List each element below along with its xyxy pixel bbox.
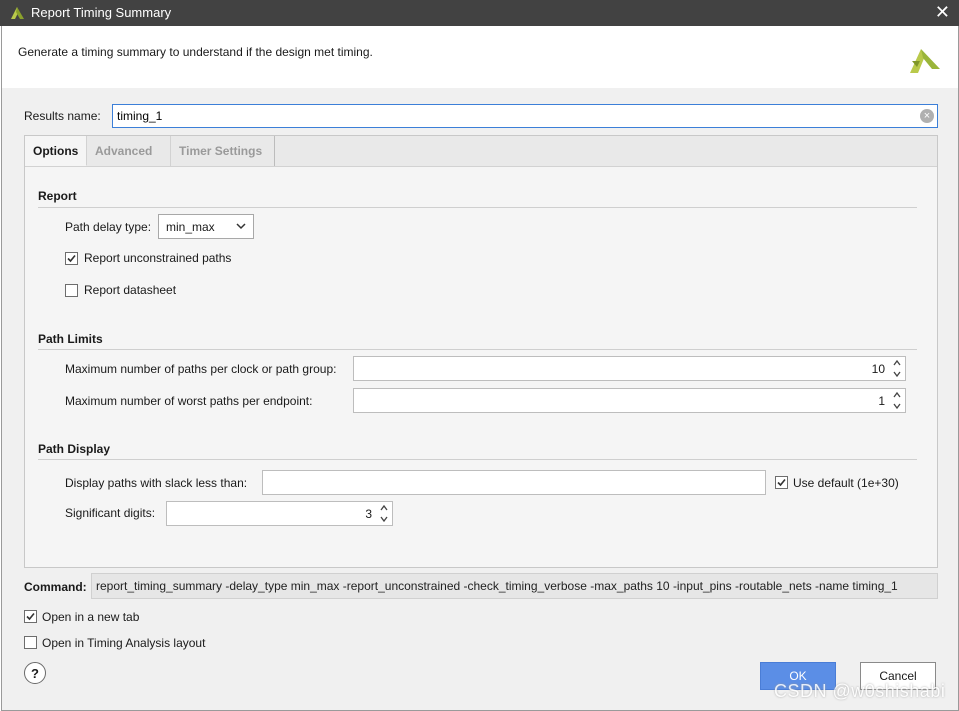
- max-paths-label: Maximum number of paths per clock or pat…: [65, 362, 337, 376]
- path-delay-select[interactable]: min_max: [158, 214, 254, 239]
- checkmark-icon: [26, 612, 35, 621]
- window-title: Report Timing Summary: [31, 5, 172, 20]
- sig-digits-spinner[interactable]: 3: [166, 501, 393, 526]
- dialog-body: Generate a timing summary to understand …: [1, 26, 959, 711]
- spinner-down-icon[interactable]: [891, 401, 903, 411]
- datasheet-label: Report datasheet: [84, 283, 177, 297]
- worst-paths-spinner[interactable]: 1: [353, 388, 906, 413]
- watermark: CSDN @w0shishabi: [774, 681, 946, 701]
- path-limits-divider: [38, 349, 917, 350]
- max-paths-spinner[interactable]: 10: [353, 356, 906, 381]
- close-icon[interactable]: ✕: [935, 2, 950, 22]
- path-limits-section-title: Path Limits: [38, 332, 103, 346]
- unconstrained-label: Report unconstrained paths: [84, 251, 232, 265]
- clear-input-icon[interactable]: ×: [920, 109, 934, 123]
- use-default-checkbox[interactable]: [775, 476, 788, 489]
- tab-bar: Options Advanced Timer Settings: [25, 136, 937, 167]
- new-tab-label: Open in a new tab: [42, 610, 140, 624]
- spinner-up-icon[interactable]: [378, 503, 390, 513]
- slack-input[interactable]: [262, 470, 766, 495]
- unconstrained-checkbox[interactable]: [65, 252, 78, 265]
- datasheet-checkbox[interactable]: [65, 284, 78, 297]
- help-icon[interactable]: ?: [24, 662, 46, 684]
- spinner-down-icon[interactable]: [378, 514, 390, 524]
- vivado-brand-icon: [910, 49, 940, 73]
- tab-timer-settings[interactable]: Timer Settings: [171, 136, 275, 166]
- worst-paths-label: Maximum number of worst paths per endpoi…: [65, 394, 313, 408]
- path-display-divider: [38, 459, 917, 460]
- timing-layout-checkbox[interactable]: [24, 636, 37, 649]
- command-label: Command:: [24, 580, 87, 594]
- title-bar: Report Timing Summary ✕: [0, 0, 959, 26]
- sig-digits-value: 3: [365, 507, 372, 521]
- header-band: Generate a timing summary to understand …: [2, 26, 958, 88]
- spinner-up-icon[interactable]: [891, 390, 903, 400]
- results-name-input[interactable]: [112, 104, 938, 128]
- path-display-section-title: Path Display: [38, 442, 111, 456]
- chevron-down-icon: [236, 223, 246, 230]
- sig-digits-label: Significant digits:: [65, 506, 156, 520]
- tab-advanced[interactable]: Advanced: [87, 136, 171, 166]
- path-delay-value: min_max: [166, 220, 215, 234]
- tab-options[interactable]: Options: [25, 136, 87, 166]
- max-paths-value: 10: [871, 362, 885, 376]
- path-delay-label: Path delay type:: [65, 220, 152, 234]
- dialog-description: Generate a timing summary to understand …: [18, 45, 373, 59]
- report-divider: [38, 207, 917, 208]
- options-tabs-panel: Options Advanced Timer Settings Report P…: [24, 135, 938, 568]
- timing-layout-label: Open in Timing Analysis layout: [42, 636, 206, 650]
- vivado-logo-icon: [11, 7, 24, 19]
- report-section-title: Report: [38, 189, 77, 203]
- new-tab-checkbox[interactable]: [24, 610, 37, 623]
- worst-paths-value: 1: [878, 394, 885, 408]
- checkmark-icon: [67, 254, 76, 263]
- results-name-label: Results name:: [24, 109, 101, 123]
- command-text[interactable]: report_timing_summary -delay_type min_ma…: [91, 573, 938, 599]
- spinner-down-icon[interactable]: [891, 369, 903, 379]
- slack-label: Display paths with slack less than:: [65, 476, 248, 490]
- spinner-up-icon[interactable]: [891, 358, 903, 368]
- use-default-label: Use default (1e+30): [793, 476, 899, 490]
- checkmark-icon: [777, 478, 786, 487]
